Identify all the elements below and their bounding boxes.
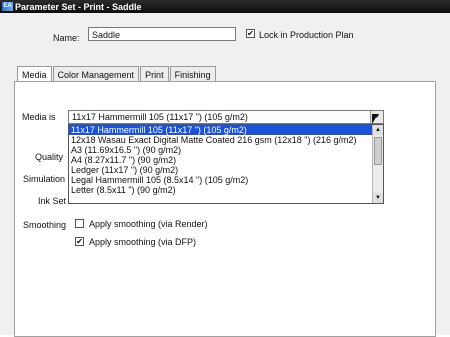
media-option[interactable]: 11x17 Hammermill 105 (11x17 ") (105 g/m2… [69,125,383,135]
smoothing-render-label: Apply smoothing (via Render) [89,219,208,229]
media-dropdown-list[interactable]: 11x17 Hammermill 105 (11x17 ") (105 g/m2… [68,124,384,204]
media-select-value: 11x17 Hammermill 105 (11x17 ") (105 g/m2… [72,112,248,122]
app-icon: EA [2,2,13,11]
smoothing-dfp-checkbox[interactable]: ✔ [75,237,84,246]
title-bar: EA Parameter Set - Print - Saddle [0,0,450,13]
mouse-cursor-icon [372,114,378,124]
media-option[interactable]: 12x18 Wasau Exact Digital Matte Coated 2… [69,135,383,145]
dropdown-scrollbar[interactable]: ▲ ▼ [372,125,383,203]
smoothing-label: Smoothing [23,220,67,230]
media-option[interactable]: Letter (8.5x11 ") (90 g/m2) [69,185,383,195]
name-label: Name: [53,33,80,43]
name-input[interactable]: Saddle [88,27,236,41]
tab-strip: Media Color Management Print Finishing [17,66,217,83]
simulation-label: Simulation [23,174,66,184]
media-label: Media is [22,112,56,122]
scroll-thumb[interactable] [374,137,382,165]
scroll-down-icon[interactable]: ▼ [373,193,383,203]
ink-set-label: Ink Set [38,196,67,206]
media-option[interactable]: Legal Hammermill 105 (8.5x14 ") (105 g/m… [69,175,383,185]
media-option[interactable]: A3 (11.69x16.5 ") (90 g/m2) [69,145,383,155]
media-select[interactable]: 11x17 Hammermill 105 (11x17 ") (105 g/m2… [68,110,384,124]
window-title: Parameter Set - Print - Saddle [15,1,142,12]
smoothing-dfp-label: Apply smoothing (via DFP) [89,237,197,247]
media-option[interactable]: A4 (8.27x11.7 ") (90 g/m2) [69,155,383,165]
quality-label: Quality [35,152,64,162]
media-option[interactable]: Ledger (11x17 ") (90 g/m2) [69,165,383,175]
lock-label: Lock in Production Plan [259,30,354,40]
lock-checkbox[interactable]: ✔ [246,29,255,38]
smoothing-render-checkbox[interactable] [75,219,84,228]
scroll-up-icon[interactable]: ▲ [373,125,383,135]
